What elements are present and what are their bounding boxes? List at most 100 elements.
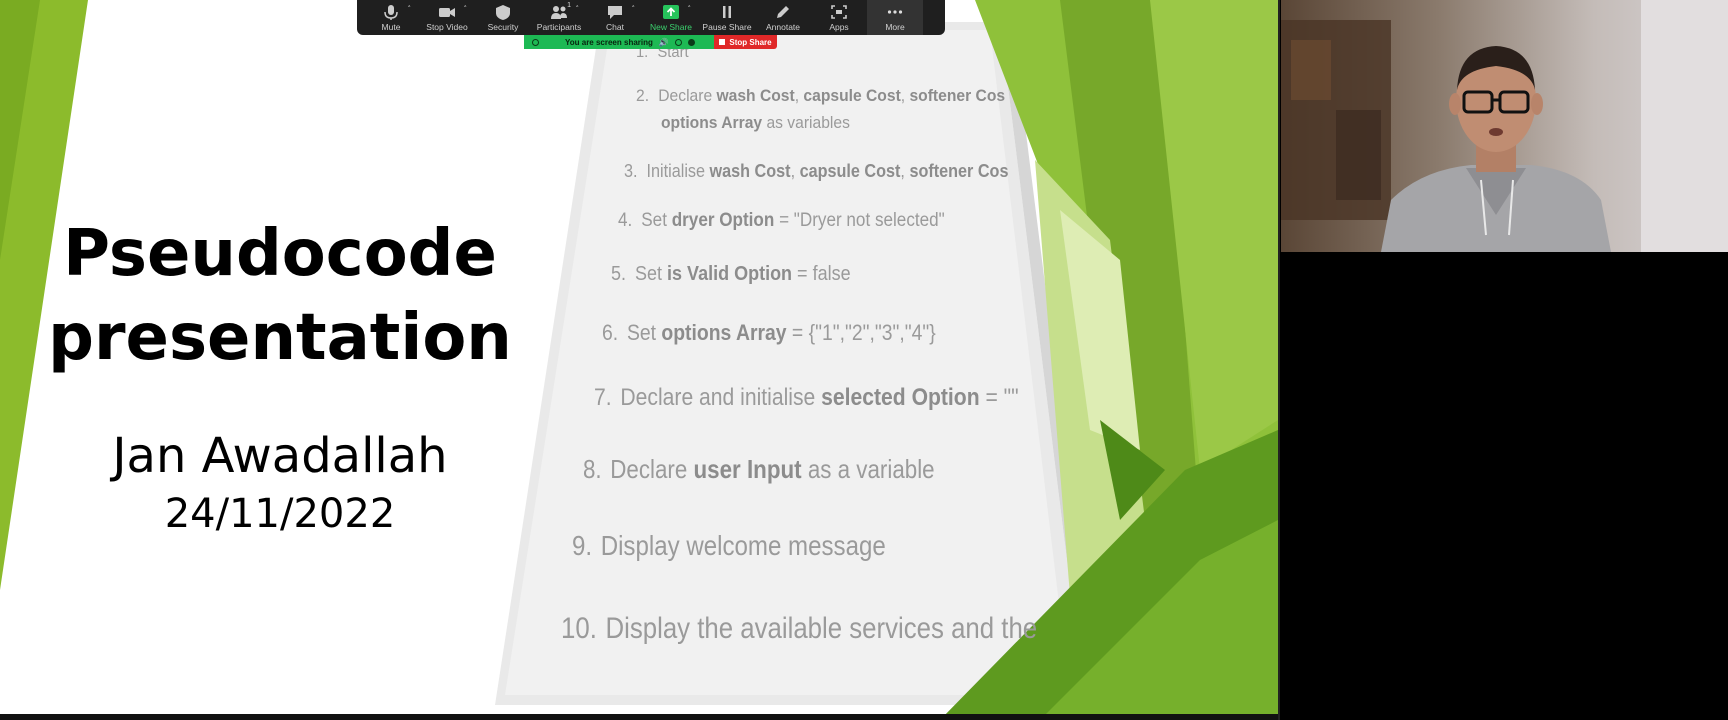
pseudocode-text: softener Cos [909,86,1006,105]
pseudocode-text: is Valid Option [667,263,793,285]
slide-date: 24/11/2022 [164,491,396,537]
pseudocode-line: 8. Declare user Input as a variable [583,454,935,485]
speaker-icon[interactable]: 🔊 [659,38,669,47]
pseudocode-text: Declare and initialise [620,384,822,411]
pseudocode-text: Declare [610,454,694,484]
toolbar-button-label: Pause Share [702,22,752,32]
pseudocode-line-number: 9. [572,530,593,561]
pseudocode-line-number: 6. [602,320,619,345]
toolbar-button-label: Security [487,22,519,32]
pause-icon [723,6,731,18]
pseudocode-text: = {"1","2","3","4"} [786,320,936,345]
toolbar-button-label: New Share [649,22,693,32]
participant-video[interactable] [1281,0,1728,252]
microphone-icon [384,5,398,20]
sharing-indicator-icon [532,38,539,46]
pseudocode-text: , [794,86,804,105]
pseudocode-text: dryer Option [671,210,775,231]
more-dots-icon [887,10,903,14]
share-arrow-icon [663,5,679,19]
toolbar-button-label: Apps [829,22,849,32]
pseudocode-line-number: 10. [561,612,597,645]
pseudocode-line: 6. Set options Array = {"1","2","3","4"} [602,320,936,346]
slide-title-line-1: Pseudocode [63,217,497,291]
toolbar-mute-button[interactable]: Mute ˄ [363,0,419,35]
shared-screen-slide: Pseudocode presentation Jan Awadallah 24… [0,0,1278,720]
toolbar-security-button[interactable]: Security [475,0,531,35]
meeting-toolbar: Mute ˄ Stop Video ˄ Security Participants ˄ 1 Ch… [357,0,945,35]
pseudocode-line: 4. Set dryer Option = "Dryer not selected… [618,210,945,232]
pseudocode-text: Initialise [646,161,710,181]
chevron-up-icon[interactable]: ˄ [464,5,468,13]
slide-title: Pseudocode presentation [20,212,540,380]
chat-bubble-icon [608,6,622,19]
participant-count: 1 [567,2,571,9]
toolbar-button-label: Chat [606,22,624,32]
pseudocode-text: , [900,86,910,105]
pseudocode-text: = "Dryer not selected" [774,210,945,231]
pseudocode-text: softener Cos [909,161,1009,181]
stop-share-label: Stop Share [729,37,772,47]
toolbar-participants-button[interactable]: Participants ˄ 1 [531,0,587,35]
pseudocode-text: , [900,161,910,181]
pencil-icon [777,6,789,18]
chevron-up-icon[interactable]: ˄ [408,5,412,13]
participants-icon [551,6,567,19]
toolbar-stop-video-button[interactable]: Stop Video ˄ [419,0,475,35]
toolbar-more-button[interactable]: More [867,0,923,35]
pseudocode-line-number: 2. [636,86,650,105]
pseudocode-text: wash Cost [709,161,791,181]
screen-sharing-status: You are screen sharing 🔊 [524,35,714,49]
toolbar-apps-button[interactable]: Apps [811,0,867,35]
pseudocode-line: 7. Declare and initialise selected Option… [594,384,1019,412]
pseudocode-text: Set [635,263,668,285]
pseudocode-text: selected Option [821,384,980,411]
stop-square-icon [719,39,726,45]
pseudocode-text: Display welcome message [600,530,886,561]
pseudocode-text: capsule Cost [799,161,901,181]
toolbar-button-label: Participants [536,22,582,32]
shield-small-icon[interactable] [687,38,695,46]
stop-share-button[interactable]: Stop Share [714,35,777,49]
pseudocode-text: Declare [658,86,717,105]
pseudocode-text: , [790,161,800,181]
toolbar-button-label: Stop Video [426,22,468,32]
slide-title-line-2: presentation [48,301,512,375]
toolbar-annotate-button[interactable]: Annotate [755,0,811,35]
pseudocode-text: = "" [979,384,1019,411]
pseudocode-text: options Array [661,320,787,345]
pseudocode-text: = false [792,263,851,285]
pseudocode-line: 9. Display welcome message [572,530,886,562]
screen-share-bar: You are screen sharing 🔊 Stop Share [524,35,777,49]
pseudocode-line: 2. Declare wash Cost, capsule Cost, softe… [636,86,1005,106]
chevron-up-icon[interactable]: ˄ [632,5,636,13]
pseudocode-text: as a variable [801,454,935,484]
toolbar-button-label: More [885,22,905,32]
pseudocode-line: options Array as variables [661,113,850,133]
pseudocode-line-number: 8. [583,454,602,484]
pseudocode-text: as variables [762,113,850,132]
slide-bottom-border [0,714,1278,720]
video-camera-icon [439,8,455,17]
pseudocode-text: user Input [693,454,802,484]
webcam-image [1281,0,1728,252]
pseudocode-text: Display the available services and the [605,612,1038,645]
toolbar-pause-share-button[interactable]: Pause Share [699,0,755,35]
pseudocode-text: capsule Cost [803,86,901,105]
apps-icon [831,5,847,19]
toolbar-button-label: Annotate [765,22,801,32]
toolbar-new-share-button[interactable]: New Share ˄ [643,0,699,35]
screen-sharing-status-text: You are screen sharing [565,37,653,47]
pseudocode-line-number: 7. [594,384,612,411]
toolbar-chat-button[interactable]: Chat ˄ [587,0,643,35]
record-icon[interactable] [674,38,682,46]
pseudocode-line: 10. Display the available services and th… [561,612,1037,646]
pseudocode-line-number: 5. [611,263,627,285]
pseudocode-line: 3. Initialise wash Cost, capsule Cost, so… [624,161,1008,182]
shield-icon [496,5,510,20]
chevron-up-icon[interactable]: ˄ [688,5,692,13]
pseudocode-line-number: 4. [618,210,633,231]
toolbar-button-label: Mute [381,22,401,32]
chevron-up-icon[interactable]: ˄ [576,5,580,13]
pseudocode-text: options Array [661,113,763,132]
